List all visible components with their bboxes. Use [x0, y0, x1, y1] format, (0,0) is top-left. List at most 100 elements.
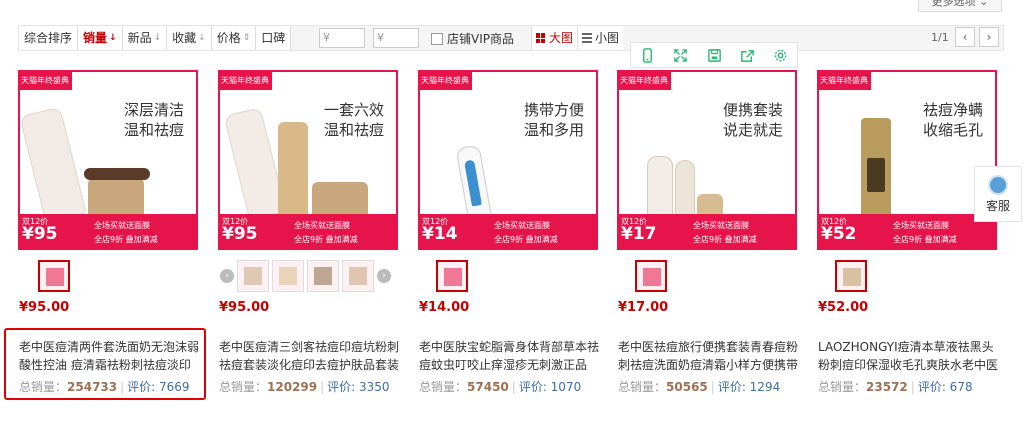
promo-line-2: 全店9折 叠加满减: [94, 235, 158, 244]
promo-line-1: 全场买就送面膜: [94, 221, 150, 230]
sold-label: 总销量：: [219, 380, 268, 394]
product-stats: 总销量：57450 | 评价: 1070: [419, 380, 582, 394]
sort-favorites[interactable]: 收藏 ↓: [167, 26, 212, 50]
thumbnail[interactable]: [38, 260, 70, 292]
promo-badge: 天猫年终盛典: [418, 70, 472, 90]
sold-label: 总销量：: [419, 380, 468, 394]
save-icon[interactable]: [697, 43, 730, 67]
product-title[interactable]: LAOZHONGYI痘清本草液祛黑头粉刺痘印保湿收毛孔爽肤水老中医: [818, 338, 1004, 374]
chevron-down-icon: ⌄: [975, 0, 989, 8]
more-options-label: 更多选项: [931, 0, 976, 8]
promo-price: ¥95: [222, 224, 258, 244]
product-price: ¥95.00: [219, 300, 270, 315]
sold-label: 总销量：: [618, 380, 667, 394]
thumbnail-strip: ‹ ›: [220, 260, 391, 294]
product-price: ¥95.00: [19, 300, 70, 315]
sort-label: 价格: [216, 30, 241, 45]
promo-badge: 天猫年终盛典: [18, 70, 72, 90]
thumbnail[interactable]: [635, 260, 667, 292]
product-stats: 总销量：50565 | 评价: 1294: [618, 380, 781, 394]
prev-page-button[interactable]: ‹: [955, 27, 975, 47]
sort-comprehensive[interactable]: 综合排序: [19, 26, 79, 50]
sold-label: 总销量：: [818, 380, 867, 394]
arrow-down-icon: ↓: [153, 32, 162, 43]
review-link[interactable]: 评价: 1294: [718, 380, 780, 394]
promo-line-2: 全店9折 叠加满减: [893, 235, 957, 244]
product-image[interactable]: 天猫年终盛典 深层清洁 温和祛痘 双12价 ¥95 全场买就送面膜 全店9折 叠加…: [18, 70, 198, 250]
sort-label: 口碑: [261, 30, 286, 45]
sort-label: 新品: [127, 30, 152, 45]
product-card[interactable]: 天猫年终盛典 深层清洁 温和祛痘 双12价 ¥95 全场买就送面膜 全店9折 叠加…: [18, 70, 199, 394]
sort-reputation[interactable]: 口碑: [256, 26, 292, 50]
sort-price[interactable]: 价格 ⇕: [211, 26, 257, 50]
settings-icon[interactable]: [764, 43, 797, 67]
thumbnail[interactable]: [835, 260, 867, 292]
view-large-button[interactable]: 大图: [531, 26, 578, 50]
sort-label: 综合排序: [24, 30, 73, 45]
arrow-down-icon: ↓: [198, 32, 206, 43]
customer-service-button[interactable]: 客服: [974, 166, 1022, 222]
customer-service-label: 客服: [985, 199, 1010, 213]
product-title[interactable]: 老中医痘清三剑客祛痘印痘坑粉刺祛痘套装淡化痘印去痘护肤品套装: [219, 338, 405, 374]
product-title[interactable]: 老中医肤宝蛇脂膏身体背部草本祛痘蚊虫叮咬止痒湿疹无刺激正品: [419, 338, 605, 374]
thumbnail[interactable]: [237, 260, 269, 292]
promo-strip: 双12价 ¥95 全场买就送面膜 全店9折 叠加满减: [218, 214, 398, 250]
product-slogan: 便携套装 说走就走: [722, 101, 783, 139]
more-options-button[interactable]: 更多选项 ⌄: [918, 0, 1002, 12]
product-card[interactable]: 天猫年终盛典 便携套装 说走就走 双12价 ¥17 全场买就送面膜 全店9折 叠加…: [617, 70, 798, 394]
promo-line-1: 全场买就送面膜: [893, 221, 949, 230]
promo-strip: 双12价 ¥52 全场买就送面膜 全店9折 叠加满减: [817, 214, 997, 250]
promo-price: ¥95: [22, 224, 58, 244]
arrow-down-icon: ↓: [109, 32, 117, 43]
promo-strip: 双12价 ¥17 全场买就送面膜 全店9折 叠加满减: [617, 214, 797, 250]
thumbnail[interactable]: [342, 260, 374, 292]
page-indicator: 1/1: [931, 31, 949, 44]
promo-line-1: 全场买就送面膜: [294, 221, 350, 230]
chevron-left-icon[interactable]: ‹: [220, 269, 234, 283]
thumbnail[interactable]: [272, 260, 304, 292]
vip-checkbox[interactable]: 店铺VIP商品: [431, 30, 514, 47]
promo-strip: 双12价 ¥95 全场买就送面膜 全店9折 叠加满减: [18, 214, 198, 250]
next-page-button[interactable]: ›: [979, 27, 999, 47]
promo-price: ¥14: [422, 224, 458, 244]
promo-badge: 天猫年终盛典: [617, 70, 671, 90]
chat-bubble-icon: [988, 175, 1008, 195]
promo-line-1: 全场买就送面膜: [494, 221, 550, 230]
review-link[interactable]: 评价: 1070: [519, 380, 581, 394]
review-link[interactable]: 评价: 3350: [327, 380, 389, 394]
share-icon[interactable]: [731, 43, 764, 67]
checkbox-box[interactable]: [431, 32, 443, 45]
price-max-input[interactable]: ¥: [373, 28, 419, 48]
product-image[interactable]: 天猫年终盛典 一套六效 温和祛痘 双12价 ¥95 全场买就送面膜 全店9折 叠加…: [218, 70, 398, 250]
product-image[interactable]: 天猫年终盛典 携带方便 温和多用 双12价 ¥14 全场买就送面膜 全店9折 叠加…: [418, 70, 598, 250]
product-stats: 总销量：120299 | 评价: 3350: [219, 380, 390, 394]
product-image[interactable]: 天猫年终盛典 祛痘净螨 收缩毛孔 双12价 ¥52 全场买就送面膜 全店9折 叠加…: [817, 70, 997, 250]
expand-icon[interactable]: [664, 43, 697, 67]
thumbnail-strip: [436, 260, 468, 294]
phone-icon[interactable]: [631, 43, 664, 67]
view-small-button[interactable]: 小图: [577, 26, 624, 50]
list-icon: [582, 33, 593, 43]
thumbnail-strip: [635, 260, 667, 294]
view-large-label: 大图: [549, 30, 574, 45]
product-card[interactable]: 天猫年终盛典 祛痘净螨 收缩毛孔 双12价 ¥52 全场买就送面膜 全店9折 叠加…: [817, 70, 998, 394]
grid-icon: [536, 33, 546, 43]
product-card[interactable]: 天猫年终盛典 携带方便 温和多用 双12价 ¥14 全场买就送面膜 全店9折 叠加…: [418, 70, 599, 394]
product-image[interactable]: 天猫年终盛典 便携套装 说走就走 双12价 ¥17 全场买就送面膜 全店9折 叠加…: [617, 70, 797, 250]
thumbnail[interactable]: [436, 260, 468, 292]
sort-new[interactable]: 新品 ↓: [122, 26, 168, 50]
product-price: ¥14.00: [419, 300, 470, 315]
promo-badge: 天猫年终盛典: [817, 70, 871, 90]
product-title[interactable]: 老中医祛痘旅行便携套装青春痘粉刺祛痘洗面奶痘清霜小样方便携带: [618, 338, 804, 374]
view-small-label: 小图: [595, 30, 620, 45]
promo-line-2: 全店9折 叠加满减: [494, 235, 558, 244]
product-card[interactable]: 天猫年终盛典 一套六效 温和祛痘 双12价 ¥95 全场买就送面膜 全店9折 叠加…: [218, 70, 399, 394]
sort-sales[interactable]: 销量 ↓: [78, 26, 123, 50]
review-link[interactable]: 评价: 678: [918, 380, 973, 394]
promo-line-1: 全场买就送面膜: [693, 221, 749, 230]
chevron-right-icon[interactable]: ›: [377, 269, 391, 283]
thumbnail[interactable]: [307, 260, 339, 292]
price-min-input[interactable]: ¥: [319, 28, 365, 48]
updown-arrow-icon: ⇕: [242, 32, 251, 43]
product-slogan: 祛痘净螨 收缩毛孔: [922, 101, 983, 139]
